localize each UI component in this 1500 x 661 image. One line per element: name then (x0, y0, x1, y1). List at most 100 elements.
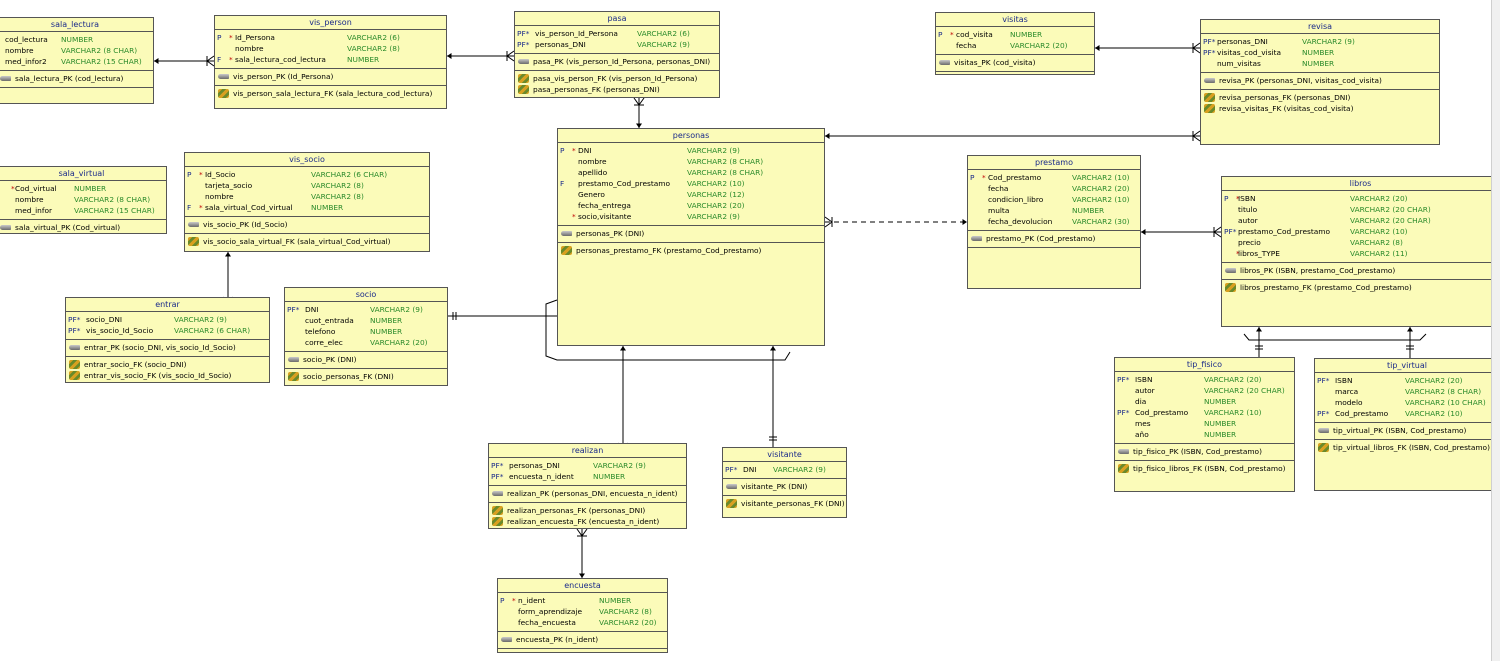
table-encuesta[interactable]: encuesta P * n_ident NUMBER form_aprendizaje V… (497, 578, 668, 653)
column-type: VARCHAR2 (20) (1072, 184, 1130, 193)
primary-key-row: revisa_PK (personas_DNI, visitas_cod_vis… (1201, 75, 1439, 86)
column-row: multa NUMBER (968, 205, 1140, 216)
table-sala-virtual[interactable]: sala_virtual * Cod_virtual NUMBER nombre VARC… (0, 166, 167, 234)
table-vis-person[interactable]: vis_person P * Id_Persona VARCHAR2 (6) nombre… (214, 15, 447, 109)
column-name: sala_virtual_Cod_virtual (205, 203, 293, 212)
mandatory-star: * (572, 212, 576, 221)
foreign-key-icon (188, 237, 199, 246)
table-entrar[interactable]: entrar PF* socio_DNI VARCHAR2 (9) PF* vis_soc… (65, 297, 270, 383)
table-socio[interactable]: socio PF* DNI VARCHAR2 (9) cuot_entrada NUMBE… (284, 287, 448, 386)
column-row: PF* Cod_prestamo VARCHAR2 (10) (1115, 407, 1294, 418)
column-type: NUMBER (1204, 397, 1237, 406)
column-row: condicion_libro VARCHAR2 (10) (968, 194, 1140, 205)
column-name: personas_DNI (1217, 37, 1268, 46)
column-name: autor (1135, 386, 1155, 395)
foreign-key-list: revisa_personas_FK (personas_DNI) revisa_… (1201, 90, 1439, 116)
foreign-key-label: realizan_personas_FK (personas_DNI) (507, 506, 646, 515)
foreign-key-list: tip_fisico_libros_FK (ISBN, Cod_prestamo… (1115, 461, 1294, 476)
column-name: vis_person_Id_Persona (535, 29, 618, 38)
table-realizan[interactable]: realizan PF* personas_DNI VARCHAR2 (9) PF* en… (488, 443, 687, 529)
column-name: num_visitas (1217, 59, 1261, 68)
primary-key-list: revisa_PK (personas_DNI, visitas_cod_vis… (1201, 73, 1439, 90)
mandatory-star: * (199, 203, 203, 212)
foreign-key-row: vis_person_sala_lectura_FK (sala_lectura… (215, 88, 446, 99)
column-list: P * DNI VARCHAR2 (9) nombre VARCHAR2 (8 CHAR)… (558, 143, 824, 226)
table-libros[interactable]: libros P * ISBN VARCHAR2 (20) titulo VARCHAR2 … (1221, 176, 1500, 327)
foreign-key-list: realizan_personas_FK (personas_DNI) reali… (489, 503, 686, 528)
column-type: VARCHAR2 (20) (1350, 194, 1408, 203)
column-name: personas_DNI (509, 461, 560, 470)
table-personas[interactable]: personas P * DNI VARCHAR2 (9) nombre VARCHAR2 … (557, 128, 825, 346)
primary-key-row: sala_virtual_PK (Cod_virtual) (0, 222, 166, 233)
primary-key-list: prestamo_PK (Cod_prestamo) (968, 231, 1140, 248)
column-row: apellido VARCHAR2 (8 CHAR) (558, 167, 824, 178)
column-row: PF* ISBN VARCHAR2 (20) (1115, 374, 1294, 385)
column-name: nombre (205, 192, 234, 201)
column-name: form_aprendizaje (518, 607, 583, 616)
primary-key-row: realizan_PK (personas_DNI, encuesta_n_id… (489, 488, 686, 499)
foreign-key-label: revisa_personas_FK (personas_DNI) (1219, 93, 1351, 102)
column-type: VARCHAR2 (15 CHAR) (74, 206, 155, 215)
column-type: VARCHAR2 (8 CHAR) (74, 195, 151, 204)
foreign-key-icon (1225, 283, 1236, 292)
primary-key-icon (939, 60, 950, 65)
primary-key-icon (0, 225, 11, 230)
scrollbar[interactable] (1491, 0, 1500, 661)
table-title: entrar (66, 298, 269, 312)
column-name: Cod_prestamo (988, 173, 1042, 182)
column-name: dia (1135, 397, 1147, 406)
column-type: NUMBER (311, 203, 344, 212)
table-pasa[interactable]: pasa PF* vis_person_Id_Persona VARCHAR2 (6)… (514, 11, 720, 98)
column-name: visitas_cod_visita (1217, 48, 1282, 57)
column-list: P * Id_Socio VARCHAR2 (6 CHAR) tarjeta_socio… (185, 167, 429, 217)
column-type: VARCHAR2 (8 CHAR) (687, 168, 764, 177)
column-row: fecha VARCHAR2 (20) (968, 183, 1140, 194)
table-prestamo[interactable]: prestamo P * Cod_prestamo VARCHAR2 (10) fecha… (967, 155, 1141, 289)
foreign-key-list: tip_virtual_libros_FK (ISBN, Cod_prestam… (1315, 440, 1499, 455)
table-vis-socio[interactable]: vis_socio P * Id_Socio VARCHAR2 (6 CHAR) tarj… (184, 152, 430, 252)
primary-key-icon (501, 637, 512, 642)
key-flag: PF* (1117, 408, 1130, 417)
primary-key-row: visitas_PK (cod_visita) (936, 57, 1094, 68)
primary-key-icon (971, 236, 982, 241)
foreign-key-icon (1318, 443, 1329, 452)
table-sala-lectura[interactable]: sala_lectura cod_lectura NUMBER nombre VARCH… (0, 17, 154, 104)
primary-key-row: personas_PK (DNI) (558, 228, 824, 239)
column-type: VARCHAR2 (6 CHAR) (174, 326, 251, 335)
foreign-key-row: pasa_vis_person_FK (vis_person_Id_Person… (515, 73, 719, 84)
column-type: VARCHAR2 (20 CHAR) (1204, 386, 1285, 395)
column-type: NUMBER (74, 184, 107, 193)
column-type: VARCHAR2 (12) (687, 190, 745, 199)
primary-key-row: vis_socio_PK (Id_Socio) (185, 219, 429, 230)
foreign-key-list: entrar_socio_FK (socio_DNI) entrar_vis_so… (66, 357, 269, 382)
table-tip-virtual[interactable]: tip_virtual PF* ISBN VARCHAR2 (20) marca VARC… (1314, 358, 1500, 491)
column-type: VARCHAR2 (9) (370, 305, 423, 314)
table-title: tip_virtual (1315, 359, 1499, 373)
column-type: VARCHAR2 (8 CHAR) (687, 157, 764, 166)
table-tip-fisico[interactable]: tip_fisico PF* ISBN VARCHAR2 (20) autor VARCH… (1114, 357, 1295, 492)
column-row: F * sala_lectura_cod_lectura NUMBER (215, 54, 446, 65)
column-row: PF* prestamo_Cod_prestamo VARCHAR2 (10) (1222, 226, 1499, 237)
column-type: VARCHAR2 (6 CHAR) (311, 170, 388, 179)
column-name: cod_visita (956, 30, 993, 39)
primary-key-icon (69, 345, 80, 350)
column-type: VARCHAR2 (15 CHAR) (61, 57, 142, 66)
column-type: NUMBER (347, 55, 380, 64)
table-revisa[interactable]: revisa PF* personas_DNI VARCHAR2 (9) PF* visi… (1200, 19, 1440, 145)
column-name: DNI (578, 146, 592, 155)
column-name: Cod_prestamo (1135, 408, 1189, 417)
table-title: sala_lectura (0, 18, 153, 32)
table-visitas[interactable]: visitas P * cod_visita NUMBER fecha VARCHAR2 (… (935, 12, 1095, 75)
primary-key-label: sala_virtual_PK (Cod_virtual) (15, 223, 121, 232)
primary-key-list: vis_person_PK (Id_Persona) (215, 69, 446, 86)
primary-key-list: tip_fisico_PK (ISBN, Cod_prestamo) (1115, 444, 1294, 461)
primary-key-label: tip_fisico_PK (ISBN, Cod_prestamo) (1133, 447, 1262, 456)
primary-key-row: tip_fisico_PK (ISBN, Cod_prestamo) (1115, 446, 1294, 457)
column-type: VARCHAR2 (9) (687, 146, 740, 155)
column-type: VARCHAR2 (20) (1204, 375, 1262, 384)
table-title: socio (285, 288, 447, 302)
column-list: cod_lectura NUMBER nombre VARCHAR2 (8 CHAR)… (0, 32, 153, 71)
column-row: P * Id_Socio VARCHAR2 (6 CHAR) (185, 169, 429, 180)
table-visitante[interactable]: visitante PF* DNI VARCHAR2 (9) visitante_PK … (722, 447, 847, 518)
table-title: libros (1222, 177, 1499, 191)
